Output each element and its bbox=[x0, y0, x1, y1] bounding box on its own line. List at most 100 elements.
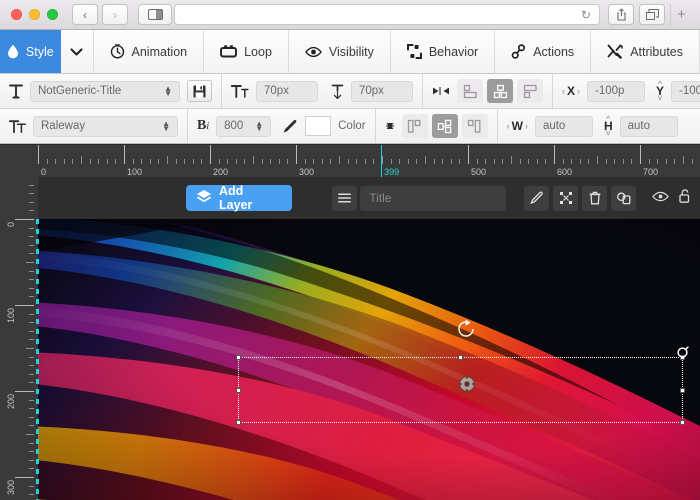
ruler-label: 500 bbox=[471, 167, 487, 177]
ruler-tick bbox=[485, 159, 487, 164]
width-input[interactable]: auto bbox=[534, 115, 593, 137]
hamburger-icon[interactable] bbox=[331, 185, 358, 211]
font-weight-stepper[interactable]: ▲ ▼ bbox=[255, 120, 263, 133]
height-input[interactable]: auto bbox=[619, 115, 678, 137]
style-name-stepper[interactable]: ▲ ▼ bbox=[164, 85, 172, 98]
ruler-tick bbox=[29, 485, 34, 487]
ruler-tick bbox=[287, 159, 289, 164]
layer-title-input[interactable]: Title bbox=[360, 185, 506, 211]
browser-titlebar: ‹ › ↻ + bbox=[0, 0, 700, 30]
sidebar-icon[interactable] bbox=[138, 4, 172, 25]
new-tab-button[interactable]: + bbox=[670, 3, 692, 26]
resize-icon[interactable] bbox=[676, 346, 689, 364]
ruler-tick bbox=[433, 159, 435, 164]
back-button[interactable]: ‹ bbox=[72, 4, 98, 25]
close-window-button[interactable] bbox=[11, 9, 22, 20]
font-family-select[interactable]: Raleway ▲ ▼ bbox=[33, 115, 178, 137]
ruler-tick bbox=[167, 156, 168, 164]
align-bottom-icon[interactable] bbox=[517, 79, 543, 103]
ruler-tick bbox=[674, 159, 676, 164]
add-layer-button[interactable]: Add Layer bbox=[186, 184, 292, 212]
selection-handle-bl[interactable] bbox=[236, 420, 241, 425]
share-icon[interactable] bbox=[608, 4, 634, 25]
tab-animation[interactable]: Animation bbox=[94, 30, 205, 73]
ruler-tick bbox=[184, 159, 186, 164]
selection-handle-br[interactable] bbox=[680, 420, 685, 425]
horizontal-ruler[interactable]: 0 100 200 300 399 500 600 700 bbox=[0, 145, 700, 177]
ruler-label: 399 bbox=[384, 167, 400, 177]
ruler-tick bbox=[468, 145, 469, 164]
transform-icon[interactable] bbox=[553, 185, 578, 211]
vertical-ruler[interactable]: 0 100 200 300 bbox=[0, 177, 38, 500]
selection-handle-tl[interactable] bbox=[236, 355, 241, 360]
ruler-tick bbox=[29, 236, 34, 238]
ruler-tick bbox=[648, 159, 650, 164]
ruler-tick bbox=[29, 451, 34, 453]
font-metrics-group: 70px 70px bbox=[222, 74, 423, 108]
eye-icon[interactable] bbox=[652, 189, 669, 207]
tab-behavior[interactable]: Behavior bbox=[391, 30, 496, 73]
unlock-icon[interactable] bbox=[679, 188, 692, 208]
save-icon[interactable] bbox=[187, 80, 212, 102]
pen-icon[interactable] bbox=[282, 119, 298, 134]
move-icon[interactable] bbox=[458, 375, 476, 398]
ruler-tick bbox=[26, 262, 34, 263]
selection-handle-mr[interactable] bbox=[680, 388, 685, 393]
align-top-icon[interactable] bbox=[457, 79, 483, 103]
rotate-icon[interactable] bbox=[455, 318, 477, 345]
y-position-input[interactable]: -100 bbox=[671, 80, 700, 102]
ruler-tick bbox=[29, 459, 34, 461]
distribute-right-icon[interactable] bbox=[461, 114, 488, 138]
address-bar[interactable]: ↻ bbox=[174, 4, 600, 25]
tab-dropdown-toggle[interactable] bbox=[61, 30, 94, 73]
selection-handle-ml[interactable] bbox=[236, 388, 241, 393]
size-group: ‹ W › auto ^ H ˅ auto bbox=[498, 109, 687, 143]
font-size-input[interactable]: 70px bbox=[256, 80, 318, 102]
ruler-tick bbox=[29, 201, 34, 203]
ruler-tick bbox=[227, 159, 229, 164]
ruler-tick bbox=[562, 159, 564, 164]
tab-loop[interactable]: Loop bbox=[204, 30, 289, 73]
reload-icon[interactable]: ↻ bbox=[581, 8, 591, 22]
distribute-center-icon[interactable] bbox=[431, 114, 458, 138]
ruler-tick bbox=[29, 468, 34, 470]
pencil-icon[interactable] bbox=[524, 185, 549, 211]
ruler-tick bbox=[657, 159, 659, 164]
tab-actions[interactable]: Actions bbox=[495, 30, 592, 73]
ruler-tick bbox=[270, 159, 272, 164]
ruler-tick bbox=[29, 279, 34, 281]
font-family-stepper[interactable]: ▲ ▼ bbox=[162, 120, 170, 133]
color-swatch[interactable] bbox=[305, 116, 332, 136]
ruler-playhead[interactable] bbox=[381, 145, 383, 177]
selection-handle-tc[interactable] bbox=[458, 355, 463, 360]
vertical-ruler-ticks: 0 100 200 300 bbox=[0, 177, 38, 500]
align-middle-icon[interactable] bbox=[487, 79, 513, 103]
behavior-icon bbox=[406, 44, 422, 59]
ruler-tick bbox=[29, 373, 34, 375]
tab-attributes-label: Attributes bbox=[630, 44, 683, 59]
ruler-label: 200 bbox=[213, 167, 229, 177]
style-name-select[interactable]: NotGeneric-Title ▲ ▼ bbox=[30, 80, 180, 102]
distribute-left-icon[interactable] bbox=[401, 114, 428, 138]
duplicate-icon[interactable] bbox=[611, 185, 636, 211]
trash-icon[interactable] bbox=[582, 185, 607, 211]
x-position-input[interactable]: -100p bbox=[587, 80, 646, 102]
minimize-window-button[interactable] bbox=[29, 9, 40, 20]
ruler-tick bbox=[631, 159, 633, 164]
ruler-tick bbox=[29, 356, 34, 358]
ruler-tick bbox=[545, 159, 547, 164]
font-weight-select[interactable]: 800 ▲ ▼ bbox=[216, 115, 272, 137]
loop-icon bbox=[220, 45, 238, 58]
tab-loop-label: Loop bbox=[244, 44, 272, 59]
forward-button[interactable]: › bbox=[102, 4, 128, 25]
tab-visibility[interactable]: Visibility bbox=[289, 30, 391, 73]
ruler-tick bbox=[106, 159, 108, 164]
line-height-input[interactable]: 70px bbox=[351, 80, 413, 102]
ruler-tick bbox=[571, 159, 573, 164]
maximize-window-button[interactable] bbox=[47, 9, 58, 20]
tab-attributes[interactable]: Attributes bbox=[591, 30, 700, 73]
titlebar-right-actions: + bbox=[608, 3, 692, 26]
tabs-icon[interactable] bbox=[639, 4, 665, 25]
ruler-tick bbox=[141, 159, 143, 164]
tab-style[interactable]: Style bbox=[0, 30, 61, 73]
